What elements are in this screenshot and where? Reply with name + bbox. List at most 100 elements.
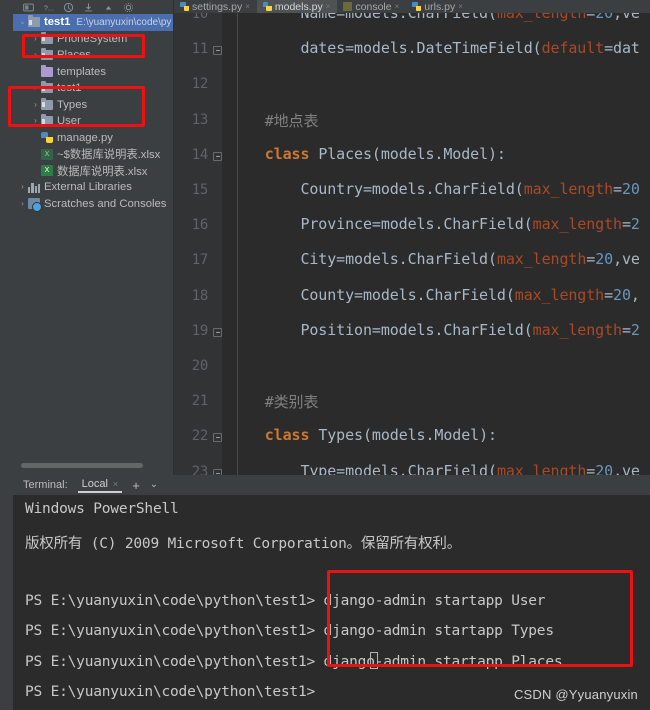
code-token: = (586, 250, 596, 269)
code-token: 20 (595, 13, 614, 22)
editor-tab-settings-py[interactable]: settings.py × (174, 0, 257, 13)
code-token: max_length (514, 285, 605, 304)
code-line[interactable]: 11 dates=models.DateTimeField(default=da… (174, 35, 650, 70)
line-number: 20 (191, 358, 209, 374)
code-line[interactable]: 23 Type=models.CharField(max_length=20,v… (174, 458, 650, 475)
tree-item-db-xlsx[interactable]: X 数据库说明表.xlsx (13, 163, 174, 180)
python-file-icon (262, 2, 272, 11)
project-tree[interactable]: ⌄ test1 E:\yuanyuxin\code\py › PhoneSystem › P… (13, 14, 174, 213)
download-icon[interactable] (83, 2, 94, 13)
tree-item-label: Types (57, 98, 88, 111)
line-number: 10 (191, 13, 209, 22)
project-tool-window[interactable]: ⌄ test1 E:\yuanyuxin\code\py › PhoneSystem › P… (13, 14, 174, 475)
vcs-update-icon[interactable] (63, 2, 74, 13)
close-icon[interactable]: × (326, 2, 331, 11)
editor-tab-models-py[interactable]: models.py × (256, 0, 338, 13)
code-text: #地点表 (229, 110, 319, 131)
code-token: Type=models.CharField( (229, 461, 497, 475)
code-line[interactable]: 21 #类别表 (174, 387, 650, 422)
excel-file-icon: X (41, 165, 54, 177)
terminal-tab-bar[interactable]: Terminal: Local × + ⌄ (13, 475, 650, 495)
code-fold-toggle-icon[interactable] (213, 46, 222, 56)
code-line[interactable]: 18 County=models.CharField(max_length=20… (174, 282, 650, 317)
code-line[interactable]: 19 Position=models.CharField(max_length=… (174, 317, 650, 352)
code-fold-toggle-icon[interactable] (213, 151, 222, 161)
svg-text:?...: ?... (44, 3, 54, 12)
tree-item-templates[interactable]: templates (13, 64, 174, 81)
close-icon[interactable]: × (113, 479, 118, 489)
code-line[interactable]: 13 #地点表 (174, 106, 650, 141)
code-token: = (621, 215, 631, 234)
code-token: 20 (595, 461, 614, 475)
close-icon[interactable]: × (245, 2, 250, 11)
scrollbar-thumb[interactable] (21, 463, 143, 468)
close-icon[interactable]: × (395, 2, 400, 11)
code-fold-toggle-icon[interactable] (213, 433, 222, 443)
settings-gear-icon[interactable] (123, 2, 134, 13)
code-fold-toggle-icon[interactable] (213, 327, 222, 337)
tree-item-label: test1 (57, 82, 82, 95)
code-line[interactable]: 12 (174, 70, 650, 105)
project-view-icon[interactable] (23, 2, 34, 13)
chevron-right-icon[interactable]: › (17, 199, 28, 208)
code-line[interactable]: 15 Country=models.CharField(max_length=2… (174, 176, 650, 211)
close-icon[interactable]: × (458, 2, 463, 11)
chevron-right-icon[interactable]: › (17, 183, 28, 191)
new-session-plus-icon[interactable]: + (132, 479, 140, 492)
line-number: 15 (191, 182, 209, 198)
code-token: County=models.CharField( (229, 285, 515, 304)
line-number: 21 (191, 393, 209, 410)
code-text: Province=models.CharField(max_length=2 (229, 215, 640, 233)
editor-tab-bar[interactable]: settings.py × models.py × console × urls.py × (174, 0, 650, 13)
tree-item-User[interactable]: › User (13, 113, 174, 130)
project-horizontal-scrollbar[interactable] (13, 462, 174, 469)
editor-tab-urls-py[interactable]: urls.py × (406, 0, 470, 13)
code-token: ,ve (613, 461, 640, 475)
terminal-output[interactable]: Windows PowerShell 版权所有 (C) 2009 Microsof… (13, 495, 650, 710)
tree-item-Types[interactable]: › Types (13, 97, 174, 114)
code-text: Type=models.CharField(max_length=20,ve (229, 462, 640, 475)
line-number: 14 (191, 146, 209, 163)
editor-tab-console[interactable]: console × (337, 0, 406, 13)
chevron-right-icon[interactable]: › (30, 84, 41, 92)
chevron-right-icon[interactable]: › (30, 51, 41, 59)
code-token: 20 (613, 285, 631, 304)
tree-item-external-libs[interactable]: › External Libraries (13, 179, 174, 196)
run-icon[interactable] (103, 2, 114, 13)
code-token: max_length (496, 461, 587, 475)
tree-item-scratches[interactable]: › Scratches and Consoles (13, 196, 174, 213)
tree-item-Places[interactable]: › Places (13, 47, 174, 64)
tree-item-path: E:\yuanyuxin\code\py (76, 16, 172, 28)
terminal-line: 版权所有 (C) 2009 Microsoft Corporation。保留所有… (25, 535, 462, 552)
chevron-down-icon[interactable]: ⌄ (17, 18, 28, 26)
line-number: 11 (191, 41, 209, 58)
code-token: max_length (532, 215, 622, 234)
folder-module-icon (41, 97, 54, 111)
code-line[interactable]: 10 Name=models.CharField(max_length=20,v… (174, 13, 650, 35)
tree-item-PhoneSystem[interactable]: › PhoneSystem (13, 31, 174, 48)
code-editor[interactable]: 10 Name=models.CharField(max_length=20,v… (174, 13, 650, 475)
code-line[interactable]: 22 class Types(models.Model): (174, 422, 650, 457)
pycharm-window: Project Structure Terminal ?... (0, 0, 650, 710)
tree-item-label: PhoneSystem (57, 32, 128, 45)
tree-item-test1-root[interactable]: ⌄ test1 E:\yuanyuxin\code\py (13, 14, 174, 31)
code-token: = (621, 320, 631, 339)
chevron-right-icon[interactable]: › (30, 100, 41, 109)
tree-item-test1-inner[interactable]: › test1 (13, 80, 174, 97)
code-text: Country=models.CharField(max_length=20 (229, 180, 640, 198)
chevron-right-icon[interactable]: › (30, 117, 41, 125)
code-token: Name=models.CharField( (229, 13, 497, 22)
code-line[interactable]: 16 Province=models.CharField(max_length=… (174, 211, 650, 246)
search-everywhere-icon[interactable]: ?... (43, 2, 54, 13)
chevron-right-icon[interactable]: › (30, 34, 41, 43)
line-number: 19 (191, 322, 209, 339)
tree-item-manage-py[interactable]: manage.py (13, 130, 174, 147)
code-token: Country=models.CharField( (229, 180, 524, 198)
code-line[interactable]: 17 City=models.CharField(max_length=20,v… (174, 246, 650, 281)
tree-item-tmp-xlsx[interactable]: X ~$数据库说明表.xlsx (13, 146, 174, 163)
code-line[interactable]: 20 (174, 352, 650, 387)
code-line[interactable]: 14 class Places(models.Model): (174, 141, 650, 176)
terminal-tab-local[interactable]: Local × (77, 478, 123, 493)
code-content[interactable]: 10 Name=models.CharField(max_length=20,v… (174, 13, 650, 475)
chevron-down-icon[interactable]: ⌄ (150, 480, 158, 490)
